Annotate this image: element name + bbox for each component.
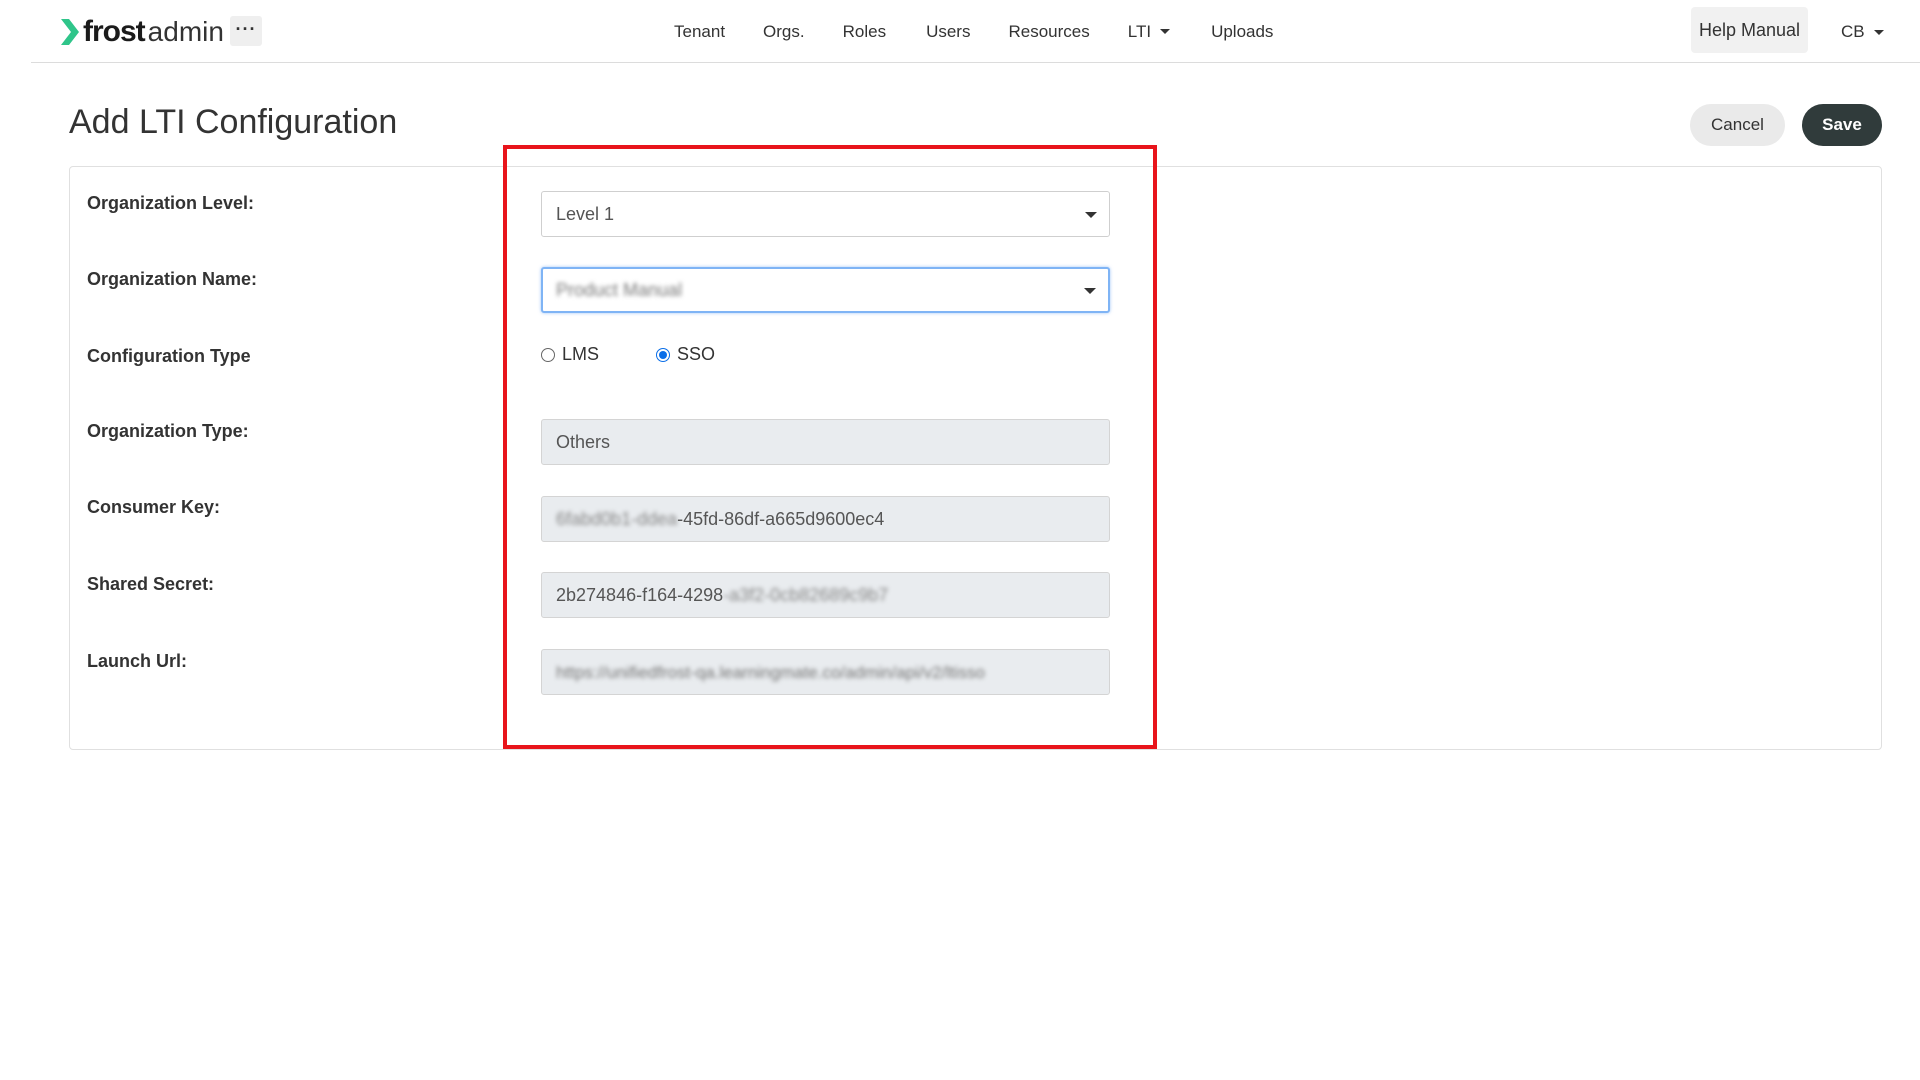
chevron-down-icon (1873, 29, 1884, 35)
nav-users[interactable]: Users (926, 22, 970, 42)
main-nav: Tenant Orgs. Roles Users Resources LTI U… (674, 0, 1273, 63)
nav-resources[interactable]: Resources (1008, 22, 1089, 42)
org-type-label: Organization Type: (87, 421, 249, 441)
user-initials: CB (1841, 22, 1865, 41)
consumer-key-field: 6fabd0b1-ddea-45fd-86df-a665d9600ec4 (541, 496, 1110, 542)
org-name-select[interactable]: Product Manual (541, 267, 1110, 313)
consumer-key-redacted: 6fabd0b1-ddea (556, 509, 678, 529)
lms-radio[interactable] (541, 347, 555, 362)
more-options-button[interactable]: ··· (230, 16, 262, 46)
top-navbar: frost admin ··· Tenant Orgs. Roles Users… (31, 0, 1920, 63)
chevron-right-logo-icon (61, 19, 79, 45)
chevron-down-icon (1085, 212, 1097, 218)
nav-roles[interactable]: Roles (843, 22, 886, 42)
nav-lti-dropdown[interactable]: LTI (1127, 21, 1171, 42)
org-type-field: Others (541, 419, 1110, 465)
sso-radio-label: SSO (677, 344, 716, 364)
lms-radio-label: LMS (562, 344, 600, 364)
org-name-value: Product Manual (556, 280, 683, 300)
launch-url-label: Launch Url: (87, 651, 188, 671)
logo-frost-text: frost (83, 15, 146, 48)
page-title: Add LTI Configuration (69, 103, 398, 141)
user-menu[interactable]: CB (1841, 22, 1884, 42)
save-button[interactable]: Save (1802, 104, 1882, 146)
launch-url-field: https://unifiedfrost-qa.learningmate.co/… (541, 649, 1110, 695)
nav-lti-label: LTI (1127, 21, 1152, 41)
nav-tenant[interactable]: Tenant (674, 22, 725, 42)
config-type-radio-group: LMS SSO (541, 344, 715, 365)
shared-secret-field: 2b274846-f164-4298-a3f2-0cb82689c9b7 (541, 572, 1110, 618)
org-level-value: Level 1 (556, 204, 615, 224)
org-level-label: Organization Level: (87, 193, 255, 213)
org-type-value: Others (556, 432, 611, 452)
chevron-down-icon (1084, 288, 1096, 294)
config-type-sso-option[interactable]: SSO (656, 344, 715, 365)
consumer-key-label: Consumer Key: (87, 497, 221, 517)
help-manual-button[interactable]: Help Manual (1691, 7, 1808, 53)
sso-radio[interactable] (656, 347, 671, 362)
launch-url-value: https://unifiedfrost-qa.learningmate.co/… (556, 663, 986, 682)
shared-secret-value: 2b274846-f164-4298 (556, 585, 724, 605)
logo-admin-text: admin (147, 16, 224, 47)
org-name-label: Organization Name: (87, 269, 258, 289)
cancel-button[interactable]: Cancel (1690, 104, 1785, 146)
frost-admin-logo[interactable]: frost admin (59, 15, 224, 49)
org-level-select[interactable]: Level 1 (541, 191, 1110, 237)
config-type-label: Configuration Type (87, 346, 251, 366)
config-type-lms-option[interactable]: LMS (541, 344, 599, 365)
shared-secret-redacted: -a3f2-0cb82689c9b7 (723, 585, 889, 605)
nav-uploads[interactable]: Uploads (1211, 22, 1273, 42)
chevron-down-icon (1160, 29, 1171, 34)
shared-secret-label: Shared Secret: (87, 574, 215, 594)
nav-orgs[interactable]: Orgs. (763, 22, 805, 42)
consumer-key-value: -45fd-86df-a665d9600ec4 (677, 509, 885, 529)
